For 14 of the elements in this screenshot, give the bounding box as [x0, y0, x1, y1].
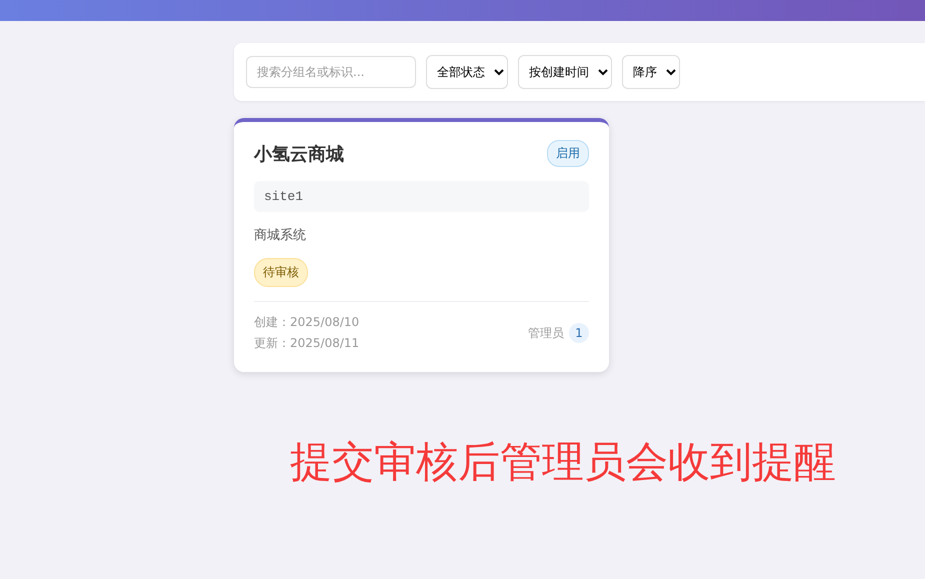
updated-date: 更新：2025/08/11 [254, 335, 360, 352]
filter-dropdown[interactable]: 全部状态 [426, 55, 508, 89]
filter-dropdown[interactable]: 按创建时间 [518, 55, 612, 89]
admin-label: 管理员 [528, 324, 564, 342]
annotation-text: 提交审核后管理员会收到提醒 [290, 436, 837, 488]
filter-dropdown[interactable]: 降序 [622, 55, 680, 89]
admin-count: 1 [569, 323, 589, 343]
card-title: 小氢云商城 [254, 142, 344, 166]
status-badge: 启用 [547, 140, 589, 167]
review-badge: 待审核 [254, 258, 308, 287]
search-field[interactable]: 搜索分组名或标识... [246, 56, 416, 88]
card-description: 商城系统 [254, 227, 307, 244]
created-date: 创建：2025/08/10 [254, 314, 360, 331]
identifier-code: site1 [254, 181, 589, 212]
